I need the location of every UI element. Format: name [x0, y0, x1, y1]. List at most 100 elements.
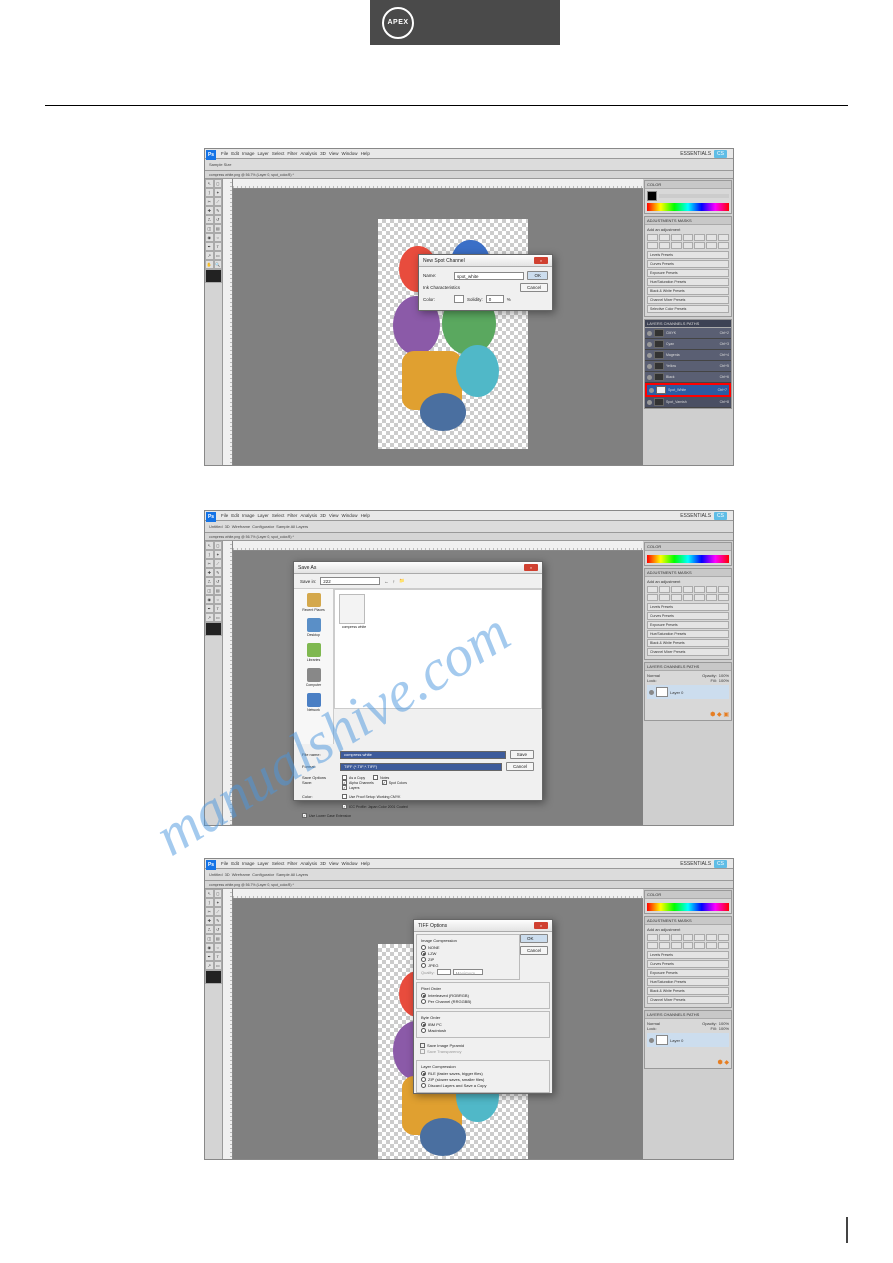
- solidity-input[interactable]: 0: [486, 295, 504, 303]
- dialog-titlebar[interactable]: Save As ×: [294, 562, 542, 574]
- menu-bar[interactable]: File Edit Image Layer Select Filter Anal…: [205, 149, 733, 159]
- layer-zip[interactable]: ZIP (slower saves, smaller files): [421, 1077, 545, 1082]
- menu-3d[interactable]: 3D: [320, 513, 326, 518]
- preset-item[interactable]: Channel Mixer Presets: [647, 296, 729, 304]
- panel-icon[interactable]: ⬢: [717, 1060, 722, 1066]
- paths-tab[interactable]: PATHS: [687, 321, 700, 326]
- menu-file[interactable]: File: [221, 151, 228, 156]
- layers-checkbox[interactable]: Layers: [342, 785, 534, 790]
- panel-icon[interactable]: ◆: [724, 1060, 729, 1066]
- visibility-icon[interactable]: [647, 331, 652, 336]
- heal-tool-icon[interactable]: ✚: [205, 206, 214, 215]
- dodge-tool-icon[interactable]: ○: [214, 233, 223, 242]
- compression-lzw[interactable]: LZW: [421, 951, 515, 956]
- document-tab[interactable]: compress white.png @ 56.7% (Layer 0, spo…: [209, 883, 294, 887]
- layers-panel[interactable]: LAYERS CHANNELS PATHS NormalOpacity:100%…: [644, 1010, 732, 1069]
- channels-panel[interactable]: LAYERS CHANNELS PATHS CMYKCtrl+2 CyanCtr…: [644, 319, 732, 409]
- path-tool-icon[interactable]: ↗: [205, 251, 214, 260]
- menu-view[interactable]: View: [329, 513, 339, 518]
- menu-help[interactable]: Help: [361, 151, 370, 156]
- history-brush-icon[interactable]: ↺: [214, 215, 223, 224]
- icc-checkbox[interactable]: ICC Profile: Japan Color 2001 Coated: [342, 804, 408, 809]
- dialog-titlebar[interactable]: New Spot Channel ×: [419, 255, 552, 267]
- place-libraries[interactable]: Libraries: [296, 643, 331, 662]
- color-panel[interactable]: COLOR: [644, 180, 732, 214]
- workspace-switcher[interactable]: ESSENTIALS CS: [680, 150, 727, 158]
- options-bar[interactable]: Untitled 3D Wireframe Configurator Sampl…: [205, 521, 733, 533]
- compression-jpeg[interactable]: JPEG: [421, 963, 515, 968]
- type-tool-icon[interactable]: T: [214, 242, 223, 251]
- document-tab[interactable]: compress white.png @ 56.7% (Layer 0, spo…: [209, 173, 294, 177]
- layers-tab[interactable]: LAYERS: [647, 321, 663, 326]
- toolbox[interactable]: ↖◻ ⟆✦ ✂⟋ ✚✎ ⎍↺ ◫▤ ◉○ ✒T ↗▭: [205, 889, 223, 1159]
- menu-filter[interactable]: Filter: [287, 151, 297, 156]
- menu-help[interactable]: Help: [361, 513, 370, 518]
- gradient-tool-icon[interactable]: ▤: [214, 224, 223, 233]
- doc-tab-bar[interactable]: compress white.png @ 56.7% (Layer 0, spo…: [205, 881, 733, 889]
- shape-tool-icon[interactable]: ▭: [214, 251, 223, 260]
- close-icon[interactable]: ×: [534, 922, 548, 929]
- wand-tool-icon[interactable]: ✦: [214, 188, 223, 197]
- visibility-icon[interactable]: [647, 342, 652, 347]
- menu-analysis[interactable]: Analysis: [300, 151, 317, 156]
- format-dropdown[interactable]: TIFF (*.TIF;*.TIFF): [340, 763, 502, 771]
- menu-select[interactable]: Select: [272, 513, 285, 518]
- pen-tool-icon[interactable]: ✒: [205, 242, 214, 251]
- hand-tool-icon[interactable]: ✋: [205, 260, 214, 269]
- blur-tool-icon[interactable]: ◉: [205, 233, 214, 242]
- eraser-tool-icon[interactable]: ◫: [205, 224, 214, 233]
- zoom-tool-icon[interactable]: 🔍: [214, 260, 223, 269]
- menu-image[interactable]: Image: [242, 513, 255, 518]
- toolbox[interactable]: ↖ ◻ ⟆ ✦ ✂ ⟋ ✚ ✎ ⎍ ↺ ◫ ▤ ◉ ○ ✒ T ↗ ▭ ✋ 🔍: [205, 179, 223, 465]
- pixel-interleaved[interactable]: Interleaved (RGBRGB): [421, 993, 545, 998]
- file-thumbnail[interactable]: [339, 594, 365, 624]
- place-desktop[interactable]: Desktop: [296, 618, 331, 637]
- ok-button[interactable]: OK: [520, 934, 548, 943]
- menu-file[interactable]: File: [221, 513, 228, 518]
- menu-bar[interactable]: File Edit Image Layer Select Filter Anal…: [205, 859, 733, 869]
- color-panel[interactable]: COLOR: [644, 890, 732, 914]
- adjustments-tab[interactable]: ADJUSTMENTS: [647, 218, 677, 223]
- dialog-titlebar[interactable]: TIFF Options ×: [414, 920, 552, 932]
- layers-panel[interactable]: LAYERS CHANNELS PATHS NormalOpacity:100%…: [644, 662, 732, 721]
- visibility-icon[interactable]: [649, 690, 654, 695]
- visibility-icon[interactable]: [647, 364, 652, 369]
- layer-rle[interactable]: RLE (faster saves, bigger files): [421, 1071, 545, 1076]
- byte-mac[interactable]: Macintosh: [421, 1028, 545, 1033]
- menu-window[interactable]: Window: [342, 513, 358, 518]
- preset-item[interactable]: Black & White Presets: [647, 287, 729, 295]
- canvas-area[interactable]: New Spot Channel × Name: spot_white OK I…: [223, 179, 643, 465]
- preset-item[interactable]: Levels Presets: [647, 251, 729, 259]
- up-icon[interactable]: ↑: [393, 579, 395, 584]
- visibility-icon[interactable]: [647, 400, 652, 405]
- back-icon[interactable]: ←: [384, 579, 389, 584]
- marquee-tool-icon[interactable]: ◻: [214, 179, 223, 188]
- color-ramp[interactable]: [647, 203, 729, 211]
- brush-tool-icon[interactable]: ✎: [214, 206, 223, 215]
- pixel-per-channel[interactable]: Per Channel (RRGGBB): [421, 999, 545, 1004]
- close-icon[interactable]: ×: [534, 257, 548, 264]
- places-sidebar[interactable]: Recent Places Desktop Libraries Computer…: [294, 589, 334, 744]
- options-bar[interactable]: Sample Size: [205, 159, 733, 171]
- file-browser[interactable]: compress white: [334, 589, 542, 709]
- menu-filter[interactable]: Filter: [287, 513, 297, 518]
- layer-discard[interactable]: Discard Layers and Save a Copy: [421, 1083, 545, 1088]
- toolbox[interactable]: ↖◻ ⟆✦ ✂⟋ ✚✎ ⎍↺ ◫▤ ◉○ ✒T ↗▭: [205, 541, 223, 825]
- visibility-icon[interactable]: [649, 388, 654, 393]
- stamp-tool-icon[interactable]: ⎍: [205, 215, 214, 224]
- visibility-icon[interactable]: [649, 1038, 654, 1043]
- color-tab[interactable]: COLOR: [647, 182, 661, 187]
- doc-tab-bar[interactable]: compress white.png @ 56.7% (Layer 0, spo…: [205, 171, 733, 179]
- cancel-button[interactable]: Cancel: [520, 946, 548, 955]
- fg-bg-color-icon[interactable]: [205, 622, 222, 636]
- menu-image[interactable]: Image: [242, 151, 255, 156]
- panel-icon[interactable]: ◆: [717, 712, 722, 718]
- options-bar[interactable]: Untitled 3D Wireframe Configurator Sampl…: [205, 869, 733, 881]
- color-swatch[interactable]: [454, 295, 464, 303]
- compression-zip[interactable]: ZIP: [421, 957, 515, 962]
- menu-select[interactable]: Select: [272, 151, 285, 156]
- adjustments-panel[interactable]: ADJUSTMENTS MASKS Add an adjustment Leve…: [644, 916, 732, 1008]
- menu-layer[interactable]: Layer: [258, 151, 269, 156]
- crop-tool-icon[interactable]: ✂: [205, 197, 214, 206]
- byte-ibm[interactable]: IBM PC: [421, 1022, 545, 1027]
